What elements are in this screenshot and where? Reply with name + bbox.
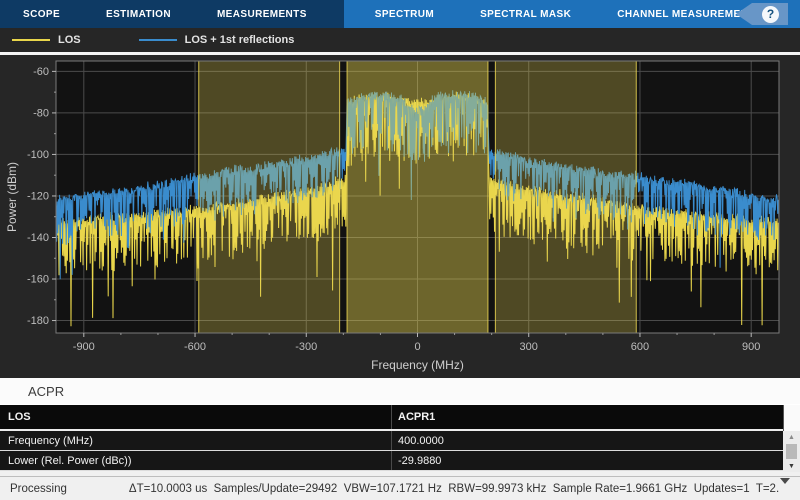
row-value: -29.9880 — [391, 451, 783, 470]
x-tick-label: -300 — [295, 341, 317, 353]
legend-item-los-1st-reflections[interactable]: LOS + 1st reflections — [139, 34, 295, 46]
toolstrip-tabbar: SCOPEESTIMATIONMEASUREMENTS SPECTRUMSPEC… — [0, 0, 800, 28]
acpr-table-main: LOSACPR1Frequency (MHz)400.0000Lower (Re… — [0, 405, 783, 472]
x-axis-label: Frequency (MHz) — [371, 358, 464, 372]
band-adjacent-channel-lower — [199, 61, 340, 333]
acpr-table-header-row: LOSACPR1 — [0, 405, 783, 431]
spectrum-analyzer-window: SCOPEESTIMATIONMEASUREMENTS SPECTRUMSPEC… — [0, 0, 800, 500]
acpr-panel-title: ACPR — [0, 378, 800, 404]
legend-label: LOS — [58, 34, 81, 46]
band-adjacent-channel-upper — [495, 61, 636, 333]
scrollbar-header-gap — [783, 405, 800, 431]
band-main-channel — [347, 61, 488, 333]
x-tick-label: -900 — [73, 341, 95, 353]
status-bar: Processing ΔT=10.0003 us Samples/Update=… — [0, 476, 800, 500]
table-row[interactable]: Lower (Rel. Power (dBc))-29.9880 — [0, 451, 783, 471]
acpr-title-label: ACPR — [28, 384, 64, 399]
y-tick-label: -100 — [27, 149, 49, 161]
acpr-table: LOSACPR1Frequency (MHz)400.0000Lower (Re… — [0, 404, 800, 472]
acpr-table-scrollbar[interactable]: ▲ ▼ — [783, 405, 800, 472]
column-header-los[interactable]: LOS — [0, 405, 391, 429]
legend-line-swatch — [139, 39, 177, 41]
tabbar-left-group: SCOPEESTIMATIONMEASUREMENTS — [0, 0, 330, 28]
legend-bar: LOS LOS + 1st reflections — [0, 28, 800, 52]
tab-measurements[interactable]: MEASUREMENTS — [194, 0, 330, 28]
scrollbar-down-icon[interactable]: ▼ — [783, 460, 800, 472]
x-tick-label: 900 — [742, 341, 760, 353]
y-tick-label: -140 — [27, 232, 49, 244]
tab-scope[interactable]: SCOPE — [0, 0, 83, 28]
y-tick-label: -180 — [27, 315, 49, 327]
legend-item-los[interactable]: LOS — [12, 34, 81, 46]
row-value: 400.0000 — [391, 431, 783, 450]
status-state: Processing — [10, 483, 67, 495]
x-tick-label: 300 — [520, 341, 538, 353]
spectrum-chart[interactable]: -900 -600 -300 0 300 600 900 -180 -160 -140 -120 -1… — [0, 55, 800, 378]
status-metrics: ΔT=10.0003 us Samples/Update=29492 VBW=1… — [129, 483, 779, 495]
tabbar-selected-group: SPECTRUMSPECTRAL MASKCHANNEL MEASUREMENT… — [344, 0, 800, 28]
help-icon[interactable]: ? — [762, 6, 779, 23]
y-tick-label: -120 — [27, 190, 49, 202]
y-tick-label: -80 — [33, 107, 49, 119]
tab-spectral-mask[interactable]: SPECTRAL MASK — [457, 0, 594, 28]
x-tick-label: 600 — [631, 341, 649, 353]
y-tick-label: -160 — [27, 274, 49, 286]
row-label: Lower (Rel. Power (dBc)) — [0, 451, 391, 470]
legend-line-swatch — [12, 39, 50, 41]
column-header-acpr1[interactable]: ACPR1 — [391, 405, 783, 429]
tab-estimation[interactable]: ESTIMATION — [83, 0, 194, 28]
scrollbar-up-icon[interactable]: ▲ — [783, 431, 800, 443]
scrollbar-thumb[interactable] — [786, 444, 797, 459]
row-label: Frequency (MHz) — [0, 431, 391, 450]
x-tick-label: 0 — [414, 341, 420, 353]
y-tick-label: -60 — [33, 66, 49, 78]
tab-spectrum[interactable]: SPECTRUM — [352, 0, 457, 28]
x-tick-label: -600 — [184, 341, 206, 353]
spectrum-plot-panel[interactable]: -900 -600 -300 0 300 600 900 -180 -160 -140 -120 -1… — [0, 55, 800, 378]
y-axis-label: Power (dBm) — [5, 162, 19, 232]
legend-label: LOS + 1st reflections — [185, 34, 295, 46]
table-row[interactable]: Frequency (MHz)400.0000 — [0, 431, 783, 451]
collapse-panel-icon[interactable] — [780, 484, 792, 496]
